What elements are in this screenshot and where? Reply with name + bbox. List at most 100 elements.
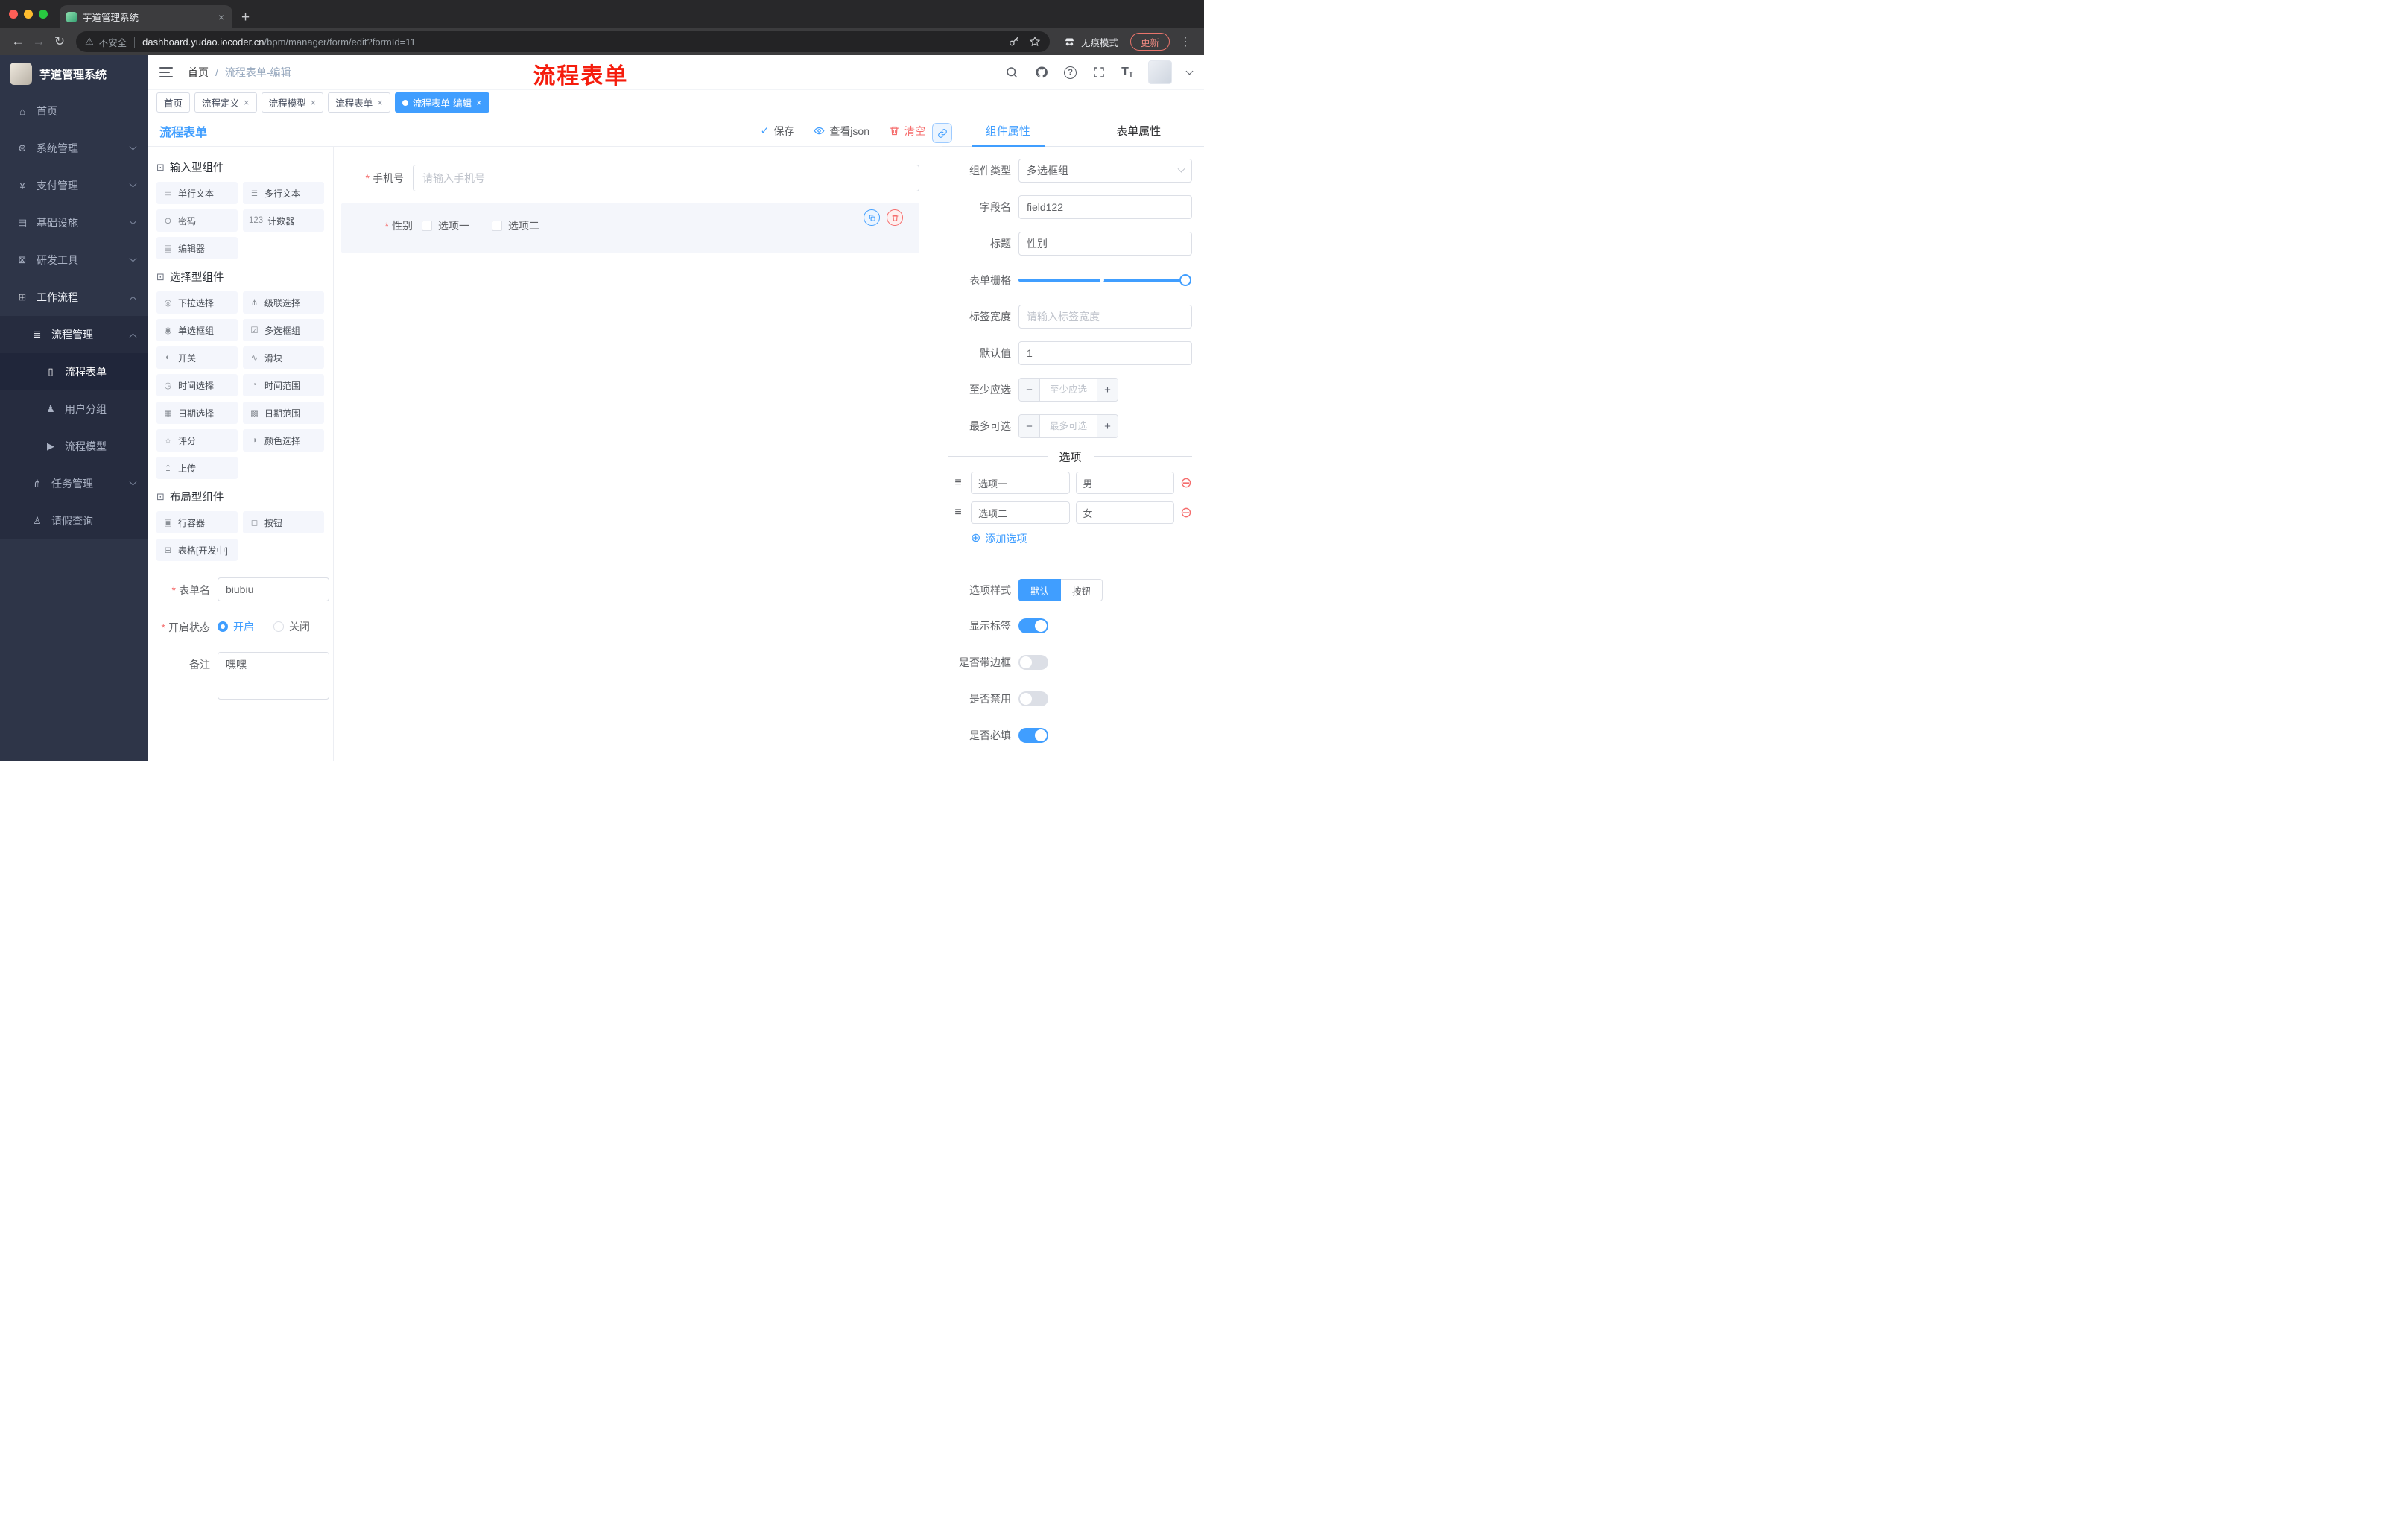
component-item[interactable]: ⋔ 级联选择 bbox=[243, 291, 324, 314]
sidebar-item-task-management[interactable]: ⋔ 任务管理 bbox=[0, 465, 148, 502]
disabled-toggle[interactable] bbox=[1018, 691, 1048, 706]
component-item[interactable]: ▣ 行容器 bbox=[156, 511, 238, 533]
remove-option-icon[interactable]: ⊖ bbox=[1180, 476, 1192, 490]
sidebar-item-leave-query[interactable]: ♙ 请假查询 bbox=[0, 502, 148, 539]
sidebar-item-process-form[interactable]: ▯ 流程表单 bbox=[0, 353, 148, 390]
label-width-input[interactable] bbox=[1018, 305, 1192, 329]
component-item[interactable]: ◷ 时间选择 bbox=[156, 374, 238, 396]
max-select-input[interactable] bbox=[1040, 415, 1097, 437]
link-button[interactable] bbox=[932, 123, 952, 143]
show-label-toggle[interactable] bbox=[1018, 618, 1048, 633]
required-toggle[interactable] bbox=[1018, 728, 1048, 743]
delete-component-button[interactable] bbox=[887, 209, 903, 226]
grid-slider[interactable] bbox=[1018, 268, 1192, 292]
remove-option-icon[interactable]: ⊖ bbox=[1180, 506, 1192, 520]
remark-textarea[interactable]: 嘿嘿 bbox=[218, 652, 329, 700]
tag-process-form[interactable]: 流程表单 × bbox=[328, 92, 390, 113]
sidebar-item-process-management[interactable]: ≣ 流程管理 bbox=[0, 316, 148, 353]
window-zoom-button[interactable] bbox=[39, 10, 48, 19]
component-item[interactable]: ▩ 日期范围 bbox=[243, 402, 324, 424]
gender-option-2[interactable]: 选项二 bbox=[492, 218, 539, 233]
tab-component-props[interactable]: 组件属性 bbox=[942, 115, 1074, 147]
update-button[interactable]: 更新 bbox=[1129, 33, 1170, 51]
form-name-input[interactable] bbox=[218, 577, 329, 601]
breadcrumb-home[interactable]: 首页 bbox=[188, 65, 209, 80]
checkbox-icon[interactable] bbox=[492, 221, 502, 231]
border-toggle[interactable] bbox=[1018, 655, 1048, 670]
default-value-input[interactable] bbox=[1018, 341, 1192, 365]
close-icon[interactable]: × bbox=[476, 98, 482, 107]
component-item[interactable]: ◎ 下拉选择 bbox=[156, 291, 238, 314]
tag-process-model[interactable]: 流程模型 × bbox=[261, 92, 324, 113]
tag-home[interactable]: 首页 bbox=[156, 92, 191, 113]
sidebar-item-infrastructure[interactable]: ▤ 基础设施 bbox=[0, 204, 148, 241]
component-item[interactable]: ⊙ 密码 bbox=[156, 209, 238, 232]
component-item[interactable]: ▭ 单行文本 bbox=[156, 182, 238, 204]
component-item[interactable]: ☆ 评分 bbox=[156, 429, 238, 452]
form-canvas[interactable]: 手机号 性别 选项一 bbox=[334, 147, 942, 762]
add-option-button[interactable]: ⊕ 添加选项 bbox=[971, 531, 1192, 546]
close-icon[interactable]: × bbox=[377, 98, 383, 107]
tag-process-form-edit[interactable]: 流程表单-编辑 × bbox=[394, 92, 489, 113]
tab-close-icon[interactable]: × bbox=[217, 10, 226, 24]
component-item[interactable]: ◑ 颜色选择 bbox=[243, 429, 324, 452]
address-bar[interactable]: ⚠ 不安全 dashboard.yudao.iocoder.cn/bpm/man… bbox=[76, 31, 1050, 52]
font-size-icon[interactable]: TT bbox=[1121, 66, 1133, 79]
phone-input[interactable] bbox=[413, 165, 919, 191]
sidebar-item-user-group[interactable]: ♟ 用户分组 bbox=[0, 390, 148, 428]
chevron-down-icon[interactable] bbox=[1185, 67, 1194, 75]
component-item[interactable]: ◔ 时间范围 bbox=[243, 374, 324, 396]
field-name-input[interactable] bbox=[1018, 195, 1192, 219]
question-icon[interactable]: ? bbox=[1064, 66, 1077, 79]
sidebar-item-payment[interactable]: ¥ 支付管理 bbox=[0, 167, 148, 204]
component-item[interactable]: ◻ 按钮 bbox=[243, 511, 324, 533]
style-button-button[interactable]: 按钮 bbox=[1061, 579, 1103, 601]
status-radio-off[interactable]: 关闭 bbox=[273, 619, 310, 634]
copy-component-button[interactable] bbox=[864, 209, 880, 226]
sidebar-toggle-icon[interactable] bbox=[159, 67, 173, 77]
style-default-button[interactable]: 默认 bbox=[1018, 579, 1062, 601]
search-icon[interactable] bbox=[1004, 65, 1019, 80]
save-button[interactable]: ✓ 保存 bbox=[761, 124, 795, 139]
plus-button[interactable]: + bbox=[1097, 415, 1118, 437]
tab-form-props[interactable]: 表单属性 bbox=[1074, 115, 1205, 146]
reload-icon[interactable]: ↻ bbox=[49, 31, 70, 52]
slider-handle[interactable] bbox=[1179, 274, 1191, 286]
clear-button[interactable]: 清空 bbox=[889, 124, 925, 139]
component-item[interactable]: ≣ 多行文本 bbox=[243, 182, 324, 204]
component-item[interactable]: ⊞ 表格[开发中] bbox=[156, 539, 238, 561]
close-icon[interactable]: × bbox=[311, 98, 317, 107]
status-radio-on[interactable]: 开启 bbox=[218, 619, 254, 634]
component-item[interactable]: ◉ 单选框组 bbox=[156, 319, 238, 341]
min-select-input[interactable] bbox=[1040, 379, 1097, 401]
github-icon[interactable] bbox=[1034, 65, 1049, 80]
sidebar-item-home[interactable]: ⌂ 首页 bbox=[0, 92, 148, 130]
gender-option-1[interactable]: 选项一 bbox=[422, 218, 469, 233]
window-minimize-button[interactable] bbox=[24, 10, 33, 19]
sidebar-item-system[interactable]: ⊛ 系统管理 bbox=[0, 130, 148, 167]
security-warning-icon[interactable]: ⚠ bbox=[85, 36, 94, 48]
option-value-input[interactable] bbox=[1075, 472, 1175, 494]
sidebar-item-devtools[interactable]: ⊠ 研发工具 bbox=[0, 241, 148, 279]
view-json-button[interactable]: 查看json bbox=[814, 124, 869, 139]
component-item[interactable]: ∿ 滑块 bbox=[243, 346, 324, 369]
close-icon[interactable]: × bbox=[244, 98, 250, 107]
component-item[interactable]: ↥ 上传 bbox=[156, 457, 238, 479]
back-icon[interactable]: ← bbox=[7, 31, 28, 52]
tag-process-definition[interactable]: 流程定义 × bbox=[194, 92, 257, 113]
avatar[interactable] bbox=[1148, 60, 1172, 84]
forward-icon[interactable]: → bbox=[28, 31, 49, 52]
component-item[interactable]: ▦ 日期选择 bbox=[156, 402, 238, 424]
drag-handle-icon[interactable]: ≡ bbox=[951, 506, 965, 519]
drag-handle-icon[interactable]: ≡ bbox=[951, 476, 965, 490]
window-close-button[interactable] bbox=[9, 10, 18, 19]
component-item[interactable]: ☑ 多选框组 bbox=[243, 319, 324, 341]
selected-component-block[interactable]: 性别 选项一 选项二 bbox=[341, 203, 919, 253]
key-icon[interactable] bbox=[1008, 36, 1020, 48]
browser-menu-icon[interactable]: ⋮ bbox=[1174, 34, 1197, 49]
option-label-input[interactable] bbox=[971, 501, 1070, 524]
option-label-input[interactable] bbox=[971, 472, 1070, 494]
sidebar-item-workflow[interactable]: ⊞ 工作流程 bbox=[0, 279, 148, 316]
fullscreen-icon[interactable] bbox=[1091, 65, 1106, 80]
minus-button[interactable]: − bbox=[1019, 379, 1040, 401]
